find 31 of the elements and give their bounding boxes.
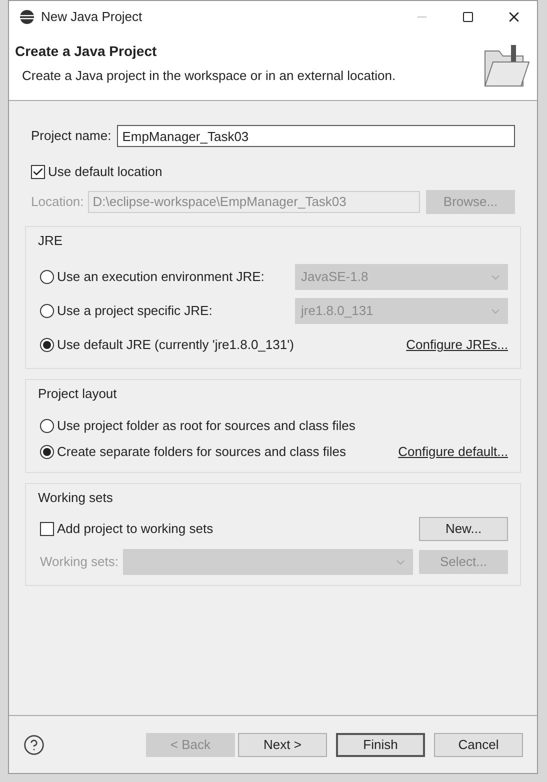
group-title: JRE (38, 232, 64, 250)
radio-button[interactable] (40, 444, 54, 458)
radio-button[interactable] (40, 304, 54, 318)
radio-button[interactable] (40, 270, 54, 284)
header-title: Create a Java Project (15, 42, 158, 61)
radio-button[interactable] (40, 418, 54, 432)
group-title: Working sets (38, 488, 114, 507)
dialog-button[interactable]: Next > (238, 732, 327, 756)
working-sets-label: Working sets: (40, 553, 119, 572)
location-label: Location: (31, 192, 84, 211)
radio-label: Use default JRE (currently 'jre1.8.0_131') (57, 336, 294, 354)
radio-label: Use project folder as root for sources and class files (57, 416, 356, 435)
configure-link[interactable]: Configure JREs... (406, 337, 508, 352)
configure-link[interactable]: Configure default... (398, 442, 508, 462)
project-name-field[interactable]: EmpManager_Task03 (117, 125, 515, 147)
checkbox-label: Use default location (48, 163, 162, 181)
help-icon[interactable] (23, 734, 45, 756)
radio-label: Use an execution environment JRE: (57, 268, 264, 286)
radio-label: Create separate folders for sources and class files (57, 442, 346, 461)
eclipse-logo-icon (19, 9, 35, 25)
dialog-button[interactable]: Cancel (434, 732, 523, 756)
header-description: Create a Java project in the workspace or in an external location. (21, 67, 397, 85)
dialog-button[interactable]: Finish (336, 732, 425, 756)
radio-label: Use a project specific JRE: (57, 302, 212, 320)
maximize-icon (462, 11, 474, 23)
group-title: Project layout (38, 385, 118, 403)
checkbox-label: Add project to working sets (57, 520, 214, 538)
window-title: New Java Project (41, 8, 142, 26)
radio-button[interactable] (40, 338, 54, 352)
project-name-label: Project name: (31, 127, 112, 146)
checkbox[interactable] (31, 164, 45, 179)
